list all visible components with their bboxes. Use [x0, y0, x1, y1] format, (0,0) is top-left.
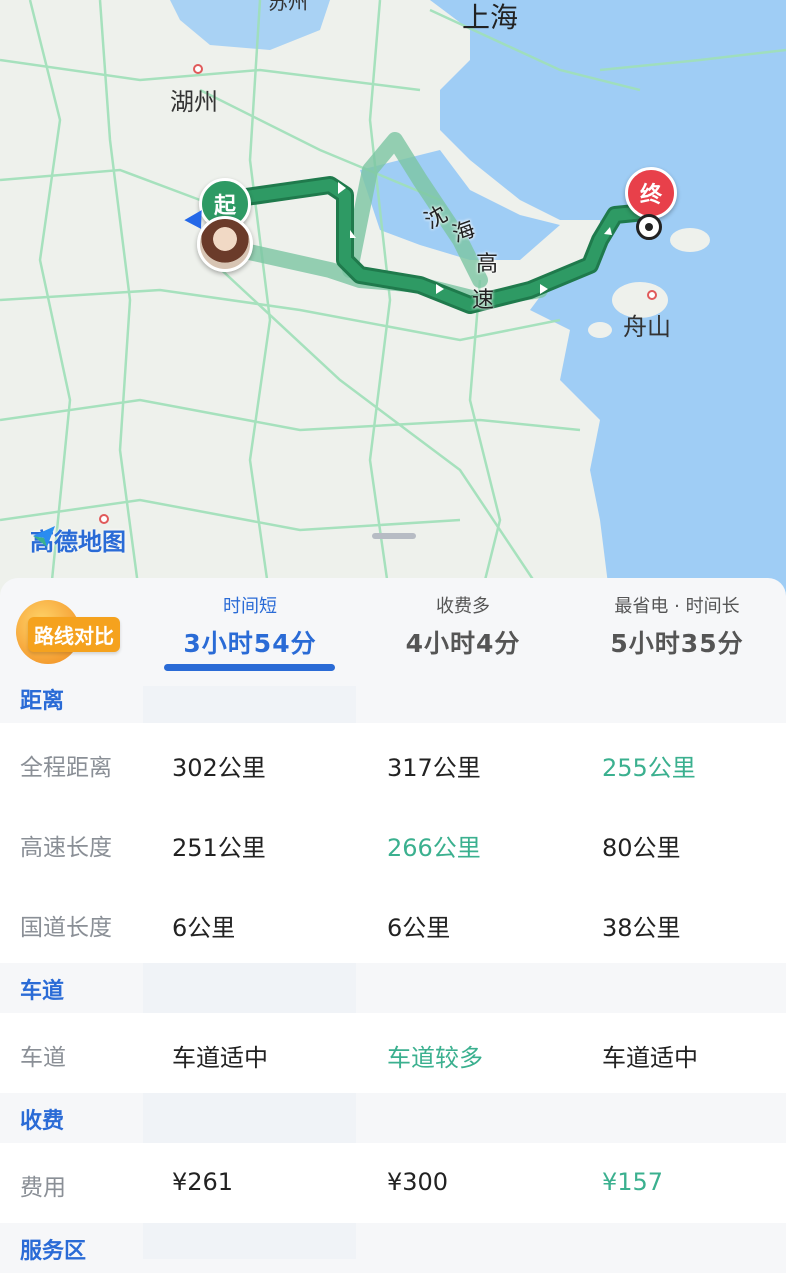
cell-route-3: 车道适中 [602, 1044, 698, 1072]
avatar[interactable] [197, 216, 253, 272]
tab-duration: 5小时35分 [610, 629, 744, 658]
city-label-zhoushan: 舟山 [623, 313, 671, 341]
table-row: 车道 车道适中 车道较多 车道适中 [0, 1013, 786, 1093]
cell-route-1: 251公里 [172, 834, 266, 862]
section-title: 距离 [20, 689, 65, 714]
destination-marker-icon [636, 214, 662, 240]
city-label-huzhou: 湖州 [170, 88, 218, 116]
table-row: 全程距离 302公里 317公里 255公里 [0, 723, 786, 803]
cell-route-3: ¥157 [602, 1168, 664, 1196]
tab-subtitle: 收费多 [436, 596, 490, 617]
cell-route-2: 317公里 [387, 754, 481, 782]
route-map[interactable]: 上海 苏州 湖州 舟山 沈 海 高 速 起 终 高德地图 [0, 0, 786, 600]
table-row: 费用 ¥261 ¥300 ¥157 [0, 1143, 786, 1223]
section-header-service-area: 服务区 [0, 1223, 786, 1273]
route-compare-badge[interactable]: 路线对比 [16, 600, 130, 664]
amap-logo-icon [33, 526, 55, 547]
tab-subtitle: 最省电 · 时间长 [614, 596, 740, 617]
cell-route-2: 6公里 [387, 914, 451, 942]
city-label-suzhou: 苏州 [268, 0, 308, 14]
road-label-char: 速 [472, 288, 495, 313]
cell-route-3: 38公里 [602, 914, 681, 942]
section-header-tolls: 收费 [0, 1093, 786, 1143]
tab-duration: 3小时54分 [183, 629, 317, 658]
tab-subtitle: 时间短 [223, 596, 277, 617]
active-tab-indicator [164, 664, 335, 671]
cell-route-2: 车道较多 [387, 1044, 483, 1072]
badge-label: 路线对比 [28, 617, 120, 652]
tab-route-2[interactable]: 收费多 4小时4分 [358, 592, 568, 660]
cell-route-3: 80公里 [602, 834, 681, 862]
cell-route-3: 255公里 [602, 754, 696, 782]
section-title: 收费 [20, 1109, 65, 1134]
map-canvas[interactable] [0, 0, 786, 600]
map-brand: 高德地图 [30, 522, 126, 557]
row-label: 费用 [20, 1175, 66, 1201]
section-header-distance: 距离 [0, 673, 786, 723]
city-dot [193, 64, 203, 74]
row-label: 全程距离 [20, 755, 112, 781]
cell-route-2: 266公里 [387, 834, 481, 862]
route-comparison-panel: 路线对比 时间短 3小时54分 收费多 4小时4分 最省电 · 时间长 5小时3… [0, 578, 786, 1264]
cell-route-1: ¥261 [172, 1168, 234, 1196]
table-row: 高速长度 251公里 266公里 80公里 [0, 803, 786, 883]
cell-route-2: ¥300 [387, 1168, 449, 1196]
row-label: 高速长度 [20, 835, 112, 861]
row-label: 车道 [20, 1045, 66, 1071]
road-label-char: 高 [476, 252, 499, 277]
city-dot [647, 290, 657, 300]
cell-route-1: 车道适中 [172, 1044, 268, 1072]
cell-route-1: 302公里 [172, 754, 266, 782]
end-pin[interactable]: 终 [625, 167, 677, 219]
table-row: 国道长度 6公里 6公里 38公里 [0, 883, 786, 963]
section-header-lanes: 车道 [0, 963, 786, 1013]
row-label: 国道长度 [20, 915, 112, 941]
drag-handle[interactable] [372, 533, 416, 539]
tab-duration: 4小时4分 [405, 629, 521, 658]
section-title: 服务区 [20, 1239, 87, 1264]
section-title: 车道 [20, 979, 65, 1004]
tab-route-3[interactable]: 最省电 · 时间长 5小时35分 [572, 592, 782, 660]
tab-route-1[interactable]: 时间短 3小时54分 [145, 592, 355, 660]
city-label-shanghai: 上海 [462, 1, 519, 34]
cell-route-1: 6公里 [172, 914, 236, 942]
